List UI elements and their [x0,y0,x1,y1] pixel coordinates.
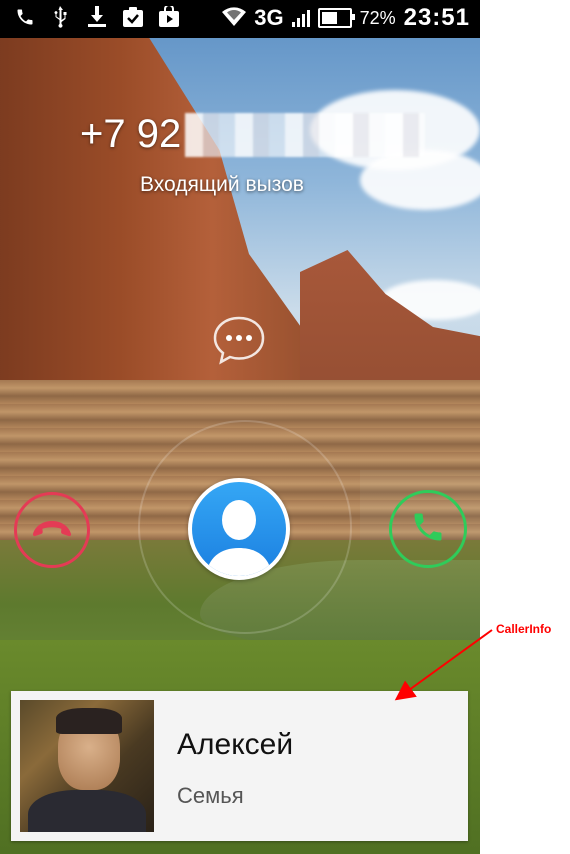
signal-icon [291,9,310,27]
battery-percent: 72% [359,7,396,28]
accept-call-icon [410,509,446,549]
call-status: Входящий вызов [140,173,304,196]
contact-avatar-button[interactable] [188,478,290,580]
download-icon [86,6,108,28]
annotation-label: CallerInfo [496,622,552,636]
decline-call-button[interactable] [14,492,90,568]
play-store-icon [158,6,180,28]
caller-info-card[interactable]: Алексей Семья [11,691,468,841]
wifi-icon [222,6,247,31]
phone-icon [14,6,36,28]
battery-icon [317,8,355,28]
usb-icon [50,6,72,28]
message-icon[interactable] [212,315,266,365]
number-redaction [185,112,426,157]
clock: 23:51 [403,4,470,31]
network-type: 3G [254,5,284,30]
incoming-call-screen: 3G 72% 23:51 +7 92 Входящий вызов Алексе… [0,0,480,854]
caller-number: +7 92 [80,112,426,157]
wallpaper-cloud [360,150,480,210]
status-bar: 3G 72% 23:51 [0,0,480,38]
caller-photo [20,700,154,832]
caller-number-text: +7 92 [80,112,182,156]
decline-call-icon [30,516,74,544]
clipboard-check-icon [122,6,144,28]
caller-group: Семья [177,783,244,808]
accept-call-button[interactable] [389,490,467,568]
contact-avatar-icon [192,482,286,576]
caller-name: Алексей [177,728,294,761]
